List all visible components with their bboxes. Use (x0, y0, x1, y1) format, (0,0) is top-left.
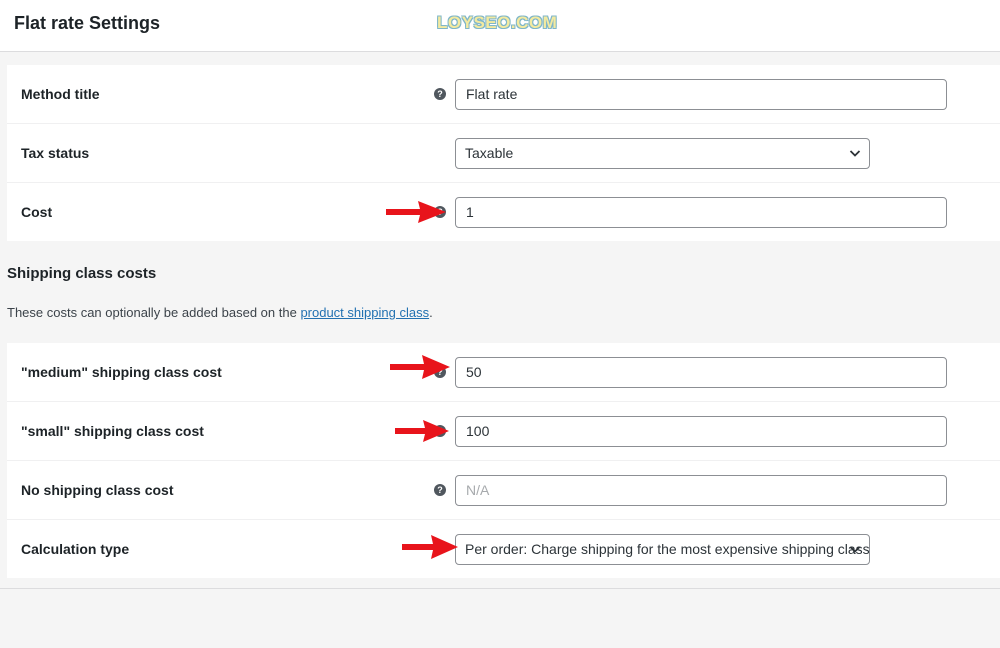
method-title-row: Method title ? Flat rate (7, 65, 1000, 124)
cost-input[interactable]: 1 (455, 197, 947, 228)
red-arrow-icon (402, 535, 458, 559)
settings-header: Flat rate Settings LOYSEO.COM (0, 0, 1000, 52)
medium-class-cost-input[interactable]: 50 (455, 357, 947, 388)
red-arrow-icon (395, 420, 449, 442)
calculation-type-label: Calculation type (21, 541, 130, 557)
method-title-input[interactable]: Flat rate (455, 79, 947, 110)
page-title: Flat rate Settings (14, 13, 161, 33)
chevron-down-icon (849, 546, 861, 553)
medium-class-cost-row: "medium" shipping class cost ? 50 (7, 343, 1000, 402)
no-class-cost-label: No shipping class cost (21, 482, 174, 498)
red-arrow-icon (390, 355, 450, 379)
general-settings-panel: Method title ? Flat rate Tax status Taxa… (7, 65, 1000, 241)
shipping-class-costs-heading: Shipping class costs (7, 265, 157, 282)
shipping-class-panel: "medium" shipping class cost ? 50 "small… (7, 343, 1000, 578)
no-class-cost-row: No shipping class cost ? N/A (7, 461, 1000, 520)
product-shipping-class-link[interactable]: product shipping class (300, 305, 429, 320)
description-suffix: . (429, 305, 433, 320)
question-circle-icon[interactable]: ? (434, 88, 446, 100)
tax-status-row: Tax status Taxable (7, 124, 1000, 183)
cost-row: Cost ? 1 (7, 183, 1000, 242)
description-prefix: These costs can optionally be added base… (7, 305, 301, 320)
chevron-down-icon (849, 150, 861, 157)
cost-label: Cost (21, 204, 53, 220)
method-title-label: Method title (21, 86, 100, 102)
no-class-cost-input[interactable]: N/A (455, 475, 947, 506)
red-arrow-icon (386, 201, 446, 223)
small-class-cost-input[interactable]: 100 (455, 416, 947, 447)
small-class-cost-label: "small" shipping class cost (21, 423, 204, 439)
medium-class-cost-label: "medium" shipping class cost (21, 364, 222, 380)
small-class-cost-row: "small" shipping class cost ? 100 (7, 402, 1000, 461)
divider (0, 588, 1000, 589)
calculation-type-value: Per order: Charge shipping for the most … (465, 541, 870, 557)
tax-status-label: Tax status (21, 145, 90, 161)
tax-status-select[interactable]: Taxable (455, 138, 870, 169)
tax-status-value: Taxable (465, 145, 514, 161)
calculation-type-select[interactable]: Per order: Charge shipping for the most … (455, 534, 870, 565)
question-circle-icon[interactable]: ? (434, 484, 446, 496)
watermark-logo: LOYSEO.COM (437, 13, 558, 32)
calculation-type-row: Calculation type Per order: Charge shipp… (7, 520, 1000, 579)
shipping-class-description: These costs can optionally be added base… (7, 305, 433, 320)
